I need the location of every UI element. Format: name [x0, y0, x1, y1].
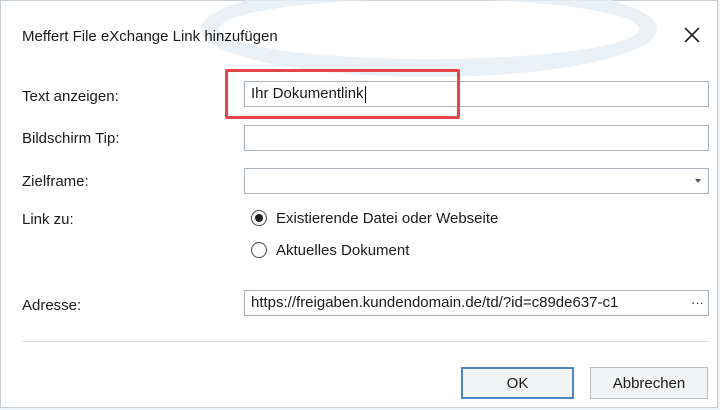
divider	[23, 341, 708, 342]
target-frame-label: Zielframe:	[22, 173, 89, 190]
cancel-button[interactable]: Abbrechen	[590, 367, 708, 399]
address-value: https://freigaben.kundendomain.de/td/?id…	[251, 294, 619, 311]
highlight-box	[225, 69, 460, 119]
address-input[interactable]: https://freigaben.kundendomain.de/td/?id…	[244, 290, 709, 316]
radio-button-checked[interactable]	[251, 210, 267, 226]
address-more-button[interactable]: ···	[687, 291, 704, 315]
ok-button[interactable]: OK	[461, 367, 574, 399]
radio-existing-file[interactable]: Existierende Datei oder Webseite	[251, 207, 498, 229]
screen-tip-input[interactable]	[244, 125, 709, 151]
radio-current-document[interactable]: Aktuelles Dokument	[251, 239, 409, 261]
radio-current-document-label: Aktuelles Dokument	[276, 241, 410, 259]
link-dialog: Meffert File eXchange Link hinzufügen Te…	[0, 0, 718, 408]
display-text-label: Text anzeigen:	[22, 88, 119, 105]
radio-existing-file-label: Existierende Datei oder Webseite	[276, 209, 499, 227]
address-label: Adresse:	[22, 297, 82, 314]
target-frame-select[interactable]	[244, 168, 709, 194]
dialog-title: Meffert File eXchange Link hinzufügen	[22, 28, 278, 45]
close-icon[interactable]	[680, 23, 704, 47]
screen-tip-label: Bildschirm Tip:	[22, 130, 120, 147]
link-to-label: Link zu:	[22, 211, 74, 228]
chevron-down-icon[interactable]	[695, 179, 701, 183]
radio-button-unchecked[interactable]	[251, 242, 267, 258]
